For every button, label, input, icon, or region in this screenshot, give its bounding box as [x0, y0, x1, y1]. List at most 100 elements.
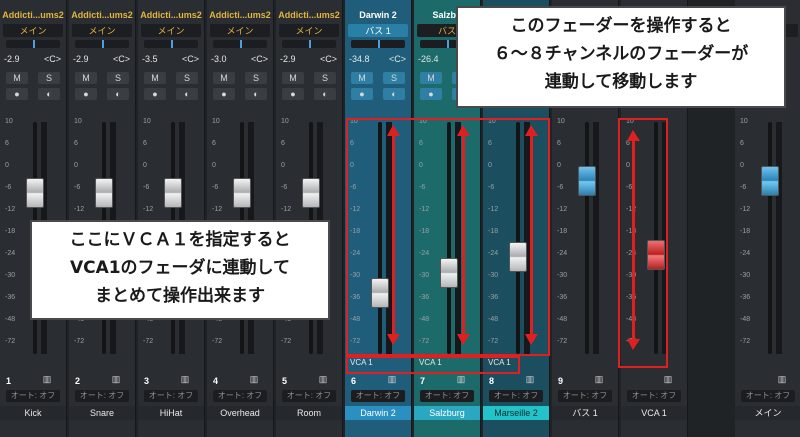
output-select[interactable]: メイン — [72, 24, 132, 37]
volume-readout: -2.9 — [280, 54, 296, 64]
automation-mode[interactable]: オート: オフ — [351, 390, 405, 402]
channel-name[interactable]: Addicti...ums2 — [209, 10, 271, 23]
channel-label[interactable]: メイン — [735, 406, 800, 420]
monitor-icon[interactable]: ◐ — [38, 88, 60, 100]
mute-button[interactable]: M — [144, 72, 166, 84]
scale-tick-label: -6 — [557, 184, 564, 191]
automation-mode[interactable]: オート: オフ — [282, 390, 336, 402]
record-monitor-row: ● ◐ — [144, 88, 198, 100]
output-select[interactable]: メイン — [279, 24, 339, 37]
output-select[interactable]: メイン — [210, 24, 270, 37]
record-icon[interactable]: ● — [213, 88, 235, 100]
solo-button[interactable]: S — [176, 72, 198, 84]
record-icon[interactable]: ● — [144, 88, 166, 100]
channel-label[interactable]: Salzburg — [414, 406, 480, 420]
channel-name[interactable]: Addicti...ums2 — [2, 10, 64, 23]
channel-label[interactable]: Kick — [0, 406, 66, 420]
mute-button[interactable]: M — [6, 72, 28, 84]
record-icon[interactable]: ● — [282, 88, 304, 100]
channel-name[interactable]: Addicti...ums2 — [278, 10, 340, 23]
automation-mode[interactable]: オート: オフ — [558, 390, 612, 402]
automation-mode[interactable]: オート: オフ — [627, 390, 681, 402]
fader-cap[interactable] — [302, 178, 320, 208]
automation-mode[interactable]: オート: オフ — [741, 390, 795, 402]
record-icon[interactable]: ● — [420, 88, 442, 100]
scale-tick-label: -36 — [5, 294, 16, 301]
scale-tick-label: -18 — [557, 228, 568, 235]
keyboard-icon[interactable]: ▥ — [517, 374, 543, 386]
channel-label[interactable]: バス 1 — [552, 406, 618, 420]
monitor-icon[interactable]: ◐ — [383, 88, 405, 100]
fader-track[interactable] — [768, 122, 772, 354]
volume-readout: -2.9 — [73, 54, 89, 64]
mute-button[interactable]: M — [75, 72, 97, 84]
solo-button[interactable]: S — [383, 72, 405, 84]
pan-slider[interactable] — [75, 40, 129, 48]
keyboard-icon[interactable]: ▥ — [172, 374, 198, 386]
automation-mode[interactable]: オート: オフ — [213, 390, 267, 402]
output-select[interactable]: バス 1 — [348, 24, 408, 37]
scale-tick-label: -36 — [557, 294, 568, 301]
automation-mode[interactable]: オート: オフ — [6, 390, 60, 402]
mute-button[interactable]: M — [282, 72, 304, 84]
keyboard-icon[interactable]: ▥ — [241, 374, 267, 386]
scale-tick-label: 0 — [74, 162, 78, 169]
fader-cap[interactable] — [164, 178, 182, 208]
keyboard-icon[interactable]: ▥ — [310, 374, 336, 386]
record-icon[interactable]: ● — [6, 88, 28, 100]
channel-label[interactable]: Overhead — [207, 406, 273, 420]
solo-button[interactable]: S — [245, 72, 267, 84]
pan-slider[interactable] — [144, 40, 198, 48]
pan-slider[interactable] — [6, 40, 60, 48]
channel-label[interactable]: Room — [276, 406, 342, 420]
pan-slider[interactable] — [282, 40, 336, 48]
channel-name[interactable]: Darwin 2 — [347, 10, 409, 23]
mute-button[interactable]: M — [351, 72, 373, 84]
automation-mode[interactable]: オート: オフ — [489, 390, 543, 402]
channel-label[interactable]: HiHat — [138, 406, 204, 420]
channel-label[interactable]: Marseille 2 — [483, 406, 549, 420]
keyboard-icon[interactable]: ▥ — [586, 374, 612, 386]
channel-name[interactable]: Addicti...ums2 — [71, 10, 133, 23]
output-select[interactable]: メイン — [3, 24, 63, 37]
record-icon[interactable]: ● — [75, 88, 97, 100]
solo-button[interactable]: S — [107, 72, 129, 84]
fader-cap[interactable] — [95, 178, 113, 208]
callout-top-line: ６〜８チャンネルのフェーダーが — [493, 44, 749, 64]
solo-button[interactable]: S — [314, 72, 336, 84]
channel-label[interactable]: VCA 1 — [621, 406, 687, 420]
output-select[interactable]: メイン — [141, 24, 201, 37]
fader-cap[interactable] — [761, 166, 779, 196]
callout-top-line: 連動して移動します — [544, 72, 698, 92]
pan-slider[interactable] — [213, 40, 267, 48]
channel-label[interactable]: Snare — [69, 406, 135, 420]
scale-tick-label: 6 — [74, 140, 78, 147]
automation-mode[interactable]: オート: オフ — [144, 390, 198, 402]
fader-track[interactable] — [585, 122, 589, 354]
channel-number: 7 — [420, 376, 426, 386]
monitor-icon[interactable]: ◐ — [176, 88, 198, 100]
record-icon[interactable]: ● — [351, 88, 373, 100]
keyboard-icon[interactable]: ▥ — [448, 374, 474, 386]
automation-mode[interactable]: オート: オフ — [75, 390, 129, 402]
monitor-icon[interactable]: ◐ — [107, 88, 129, 100]
keyboard-icon[interactable]: ▥ — [655, 374, 681, 386]
fader-cap[interactable] — [26, 178, 44, 208]
fader-cap[interactable] — [233, 178, 251, 208]
keyboard-icon[interactable]: ▥ — [769, 374, 795, 386]
scale-tick-label: -72 — [74, 338, 85, 345]
keyboard-icon[interactable]: ▥ — [379, 374, 405, 386]
fader-cap[interactable] — [578, 166, 596, 196]
channel-name[interactable]: Addicti...ums2 — [140, 10, 202, 23]
automation-mode[interactable]: オート: オフ — [420, 390, 474, 402]
pan-slider[interactable] — [351, 40, 405, 48]
solo-button[interactable]: S — [38, 72, 60, 84]
mute-button[interactable]: M — [213, 72, 235, 84]
channel-label[interactable]: Darwin 2 — [345, 406, 411, 420]
scale-tick-label: -12 — [5, 206, 16, 213]
keyboard-icon[interactable]: ▥ — [34, 374, 60, 386]
monitor-icon[interactable]: ◐ — [314, 88, 336, 100]
monitor-icon[interactable]: ◐ — [245, 88, 267, 100]
keyboard-icon[interactable]: ▥ — [103, 374, 129, 386]
mute-button[interactable]: M — [420, 72, 442, 84]
